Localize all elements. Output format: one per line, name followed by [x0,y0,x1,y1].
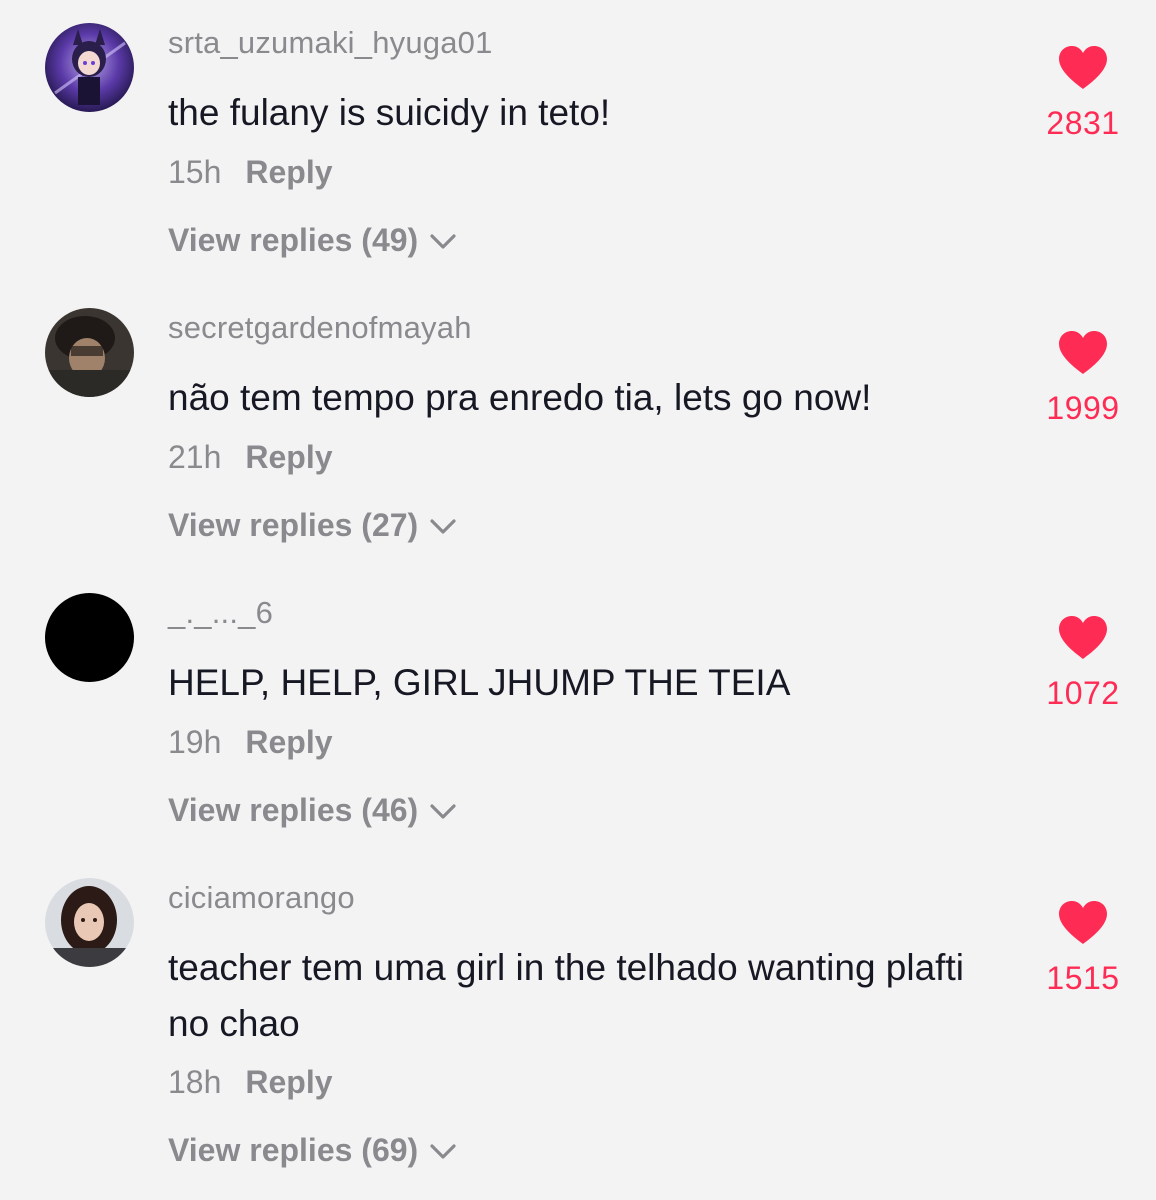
comment-text: não tem tempo pra enredo tia, lets go no… [168,377,872,418]
comment-time: 19h [168,724,222,760]
view-replies-button[interactable]: View replies (69) [168,1132,458,1169]
like-button[interactable]: 2831 [1038,45,1128,142]
username[interactable]: ciciamorango [168,880,355,916]
comment-text: teacher tem uma girl in the telhado want… [168,947,964,1044]
like-count: 1999 [1046,390,1120,426]
black-avatar-icon [45,593,134,682]
heart-icon [1059,331,1107,374]
view-replies-label: View replies (46) [168,792,419,828]
comment-text: HELP, HELP, GIRL JHUMP THE TEIA [168,662,791,703]
selfie-avatar-icon [45,878,134,967]
chevron-down-icon [430,803,456,819]
view-replies-label: View replies (69) [168,1132,419,1168]
comment-time: 21h [168,439,222,475]
view-replies-button[interactable]: View replies (46) [168,792,458,829]
comment-text: the fulany is suicidy in teto! [168,92,611,133]
reply-button[interactable]: Reply [245,439,332,475]
like-count: 1515 [1046,960,1120,996]
avatar[interactable] [45,593,134,682]
comment-meta: 19h Reply [168,724,333,761]
like-button[interactable]: 1072 [1038,615,1128,712]
chevron-down-icon [430,1143,456,1159]
avatar[interactable] [45,878,134,967]
photo-avatar-icon [45,308,134,397]
reply-button[interactable]: Reply [245,1064,332,1100]
username[interactable]: srta_uzumaki_hyuga01 [168,25,493,61]
username[interactable]: _._..._6 [168,595,273,631]
reply-button[interactable]: Reply [245,154,332,190]
chevron-down-icon [430,518,456,534]
view-replies-label: View replies (27) [168,507,419,543]
comment-meta: 21h Reply [168,439,333,476]
comment-meta: 15h Reply [168,154,333,191]
reply-button[interactable]: Reply [245,724,332,760]
like-button[interactable]: 1999 [1038,330,1128,427]
like-button[interactable]: 1515 [1038,900,1128,997]
comment-time: 15h [168,154,222,190]
avatar[interactable] [45,23,134,112]
avatar[interactable] [45,308,134,397]
heart-icon [1059,46,1107,89]
chevron-down-icon [430,233,456,249]
comment-meta: 18h Reply [168,1064,333,1101]
comment-time: 18h [168,1064,222,1100]
view-replies-label: View replies (49) [168,222,419,258]
anime-character-avatar-icon [45,23,134,112]
like-count: 2831 [1046,105,1120,141]
view-replies-button[interactable]: View replies (49) [168,222,458,259]
heart-icon [1059,901,1107,944]
view-replies-button[interactable]: View replies (27) [168,507,458,544]
like-count: 1072 [1046,675,1120,711]
heart-icon [1059,616,1107,659]
username[interactable]: secretgardenofmayah [168,310,472,346]
